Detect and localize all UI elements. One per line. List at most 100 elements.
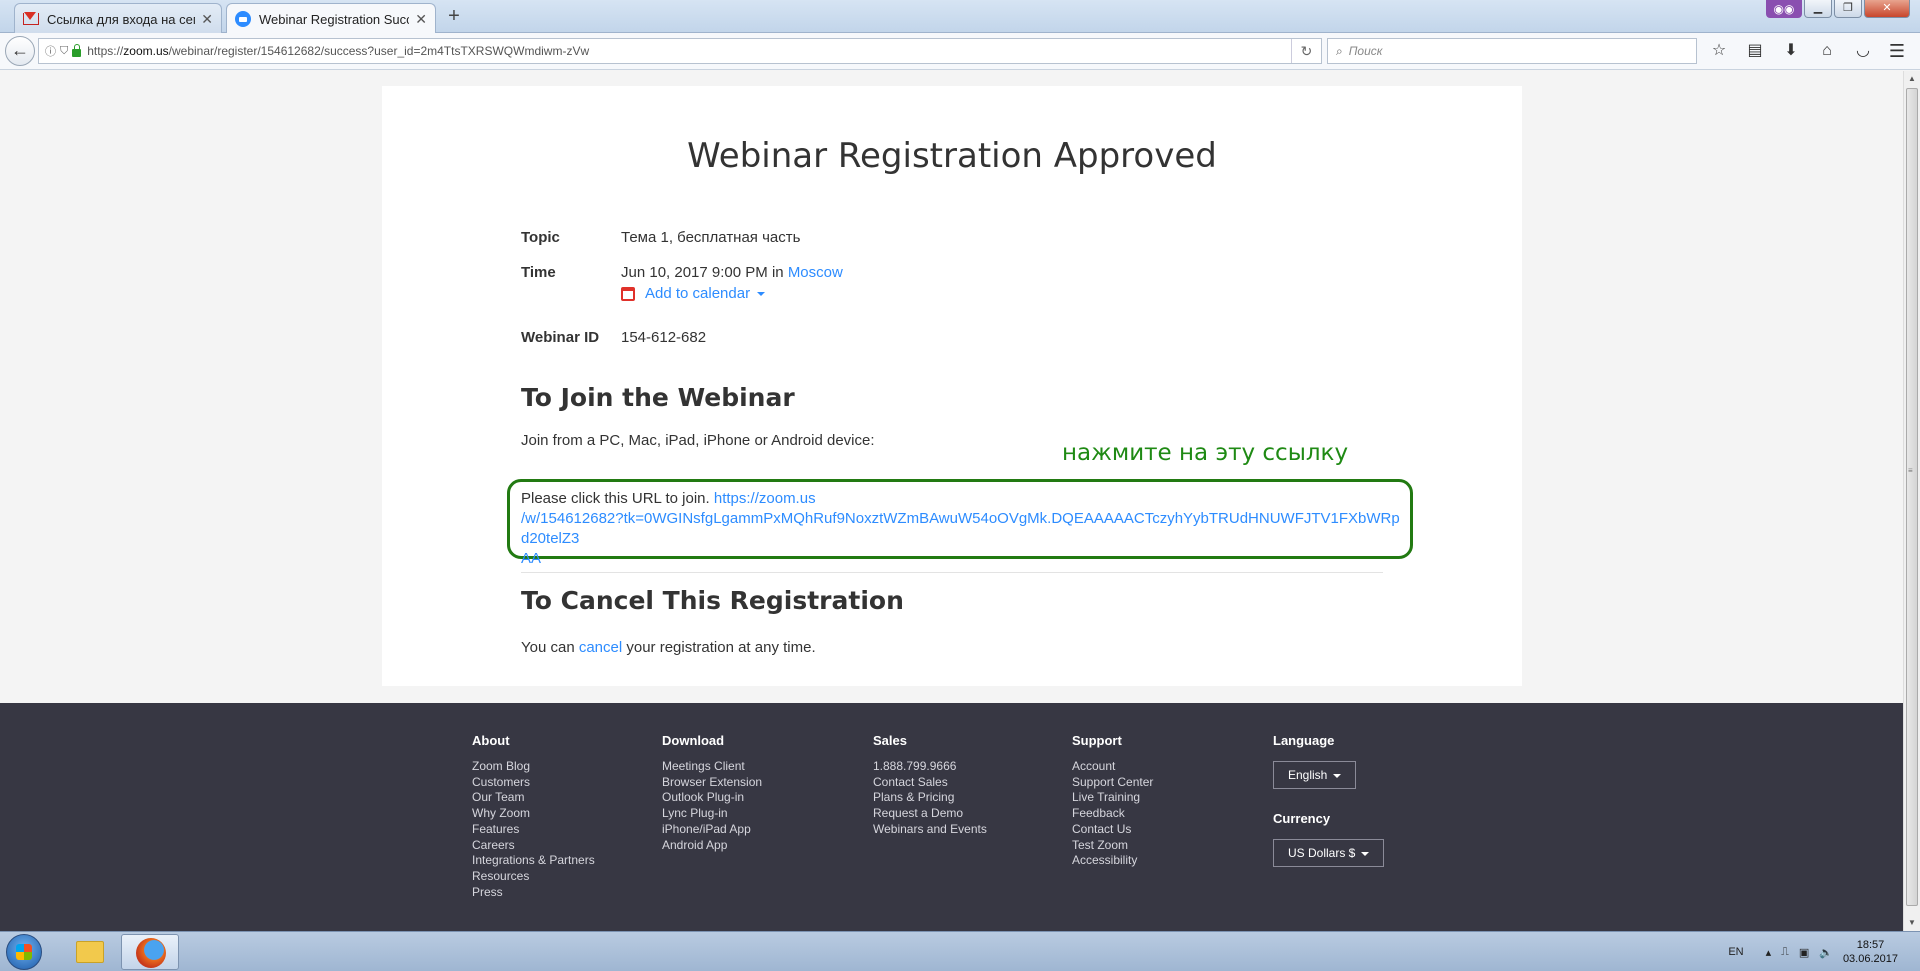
bookmark-star-icon[interactable]: ☆ xyxy=(1706,38,1732,64)
tab-webinar[interactable]: Webinar Registration Succes ✕ xyxy=(226,3,436,34)
footer-link[interactable]: Android App xyxy=(662,838,762,854)
footer-link[interactable]: Support Center xyxy=(1072,775,1153,791)
address-bar[interactable]: ⓘ ⛉ https://zoom.us/webinar/register/154… xyxy=(38,38,1322,64)
currency-select[interactable]: US Dollars $ xyxy=(1273,839,1385,867)
footer-link[interactable]: Meetings Client xyxy=(662,759,762,775)
tab-gmail[interactable]: Ссылка для входа на семин ✕ xyxy=(14,3,222,34)
firefox-taskbar-button[interactable] xyxy=(121,934,179,970)
caret-down-icon xyxy=(757,291,766,296)
taskbar: EN ▴ ⎍ ▣ 🔈 18:57 03.06.2017 xyxy=(0,931,1920,971)
tab-title: Ссылка для входа на семин xyxy=(47,11,195,27)
footer-link[interactable]: Test Zoom xyxy=(1072,838,1153,854)
cancel-heading: To Cancel This Registration xyxy=(521,586,904,615)
reading-list-icon[interactable]: ▤ xyxy=(1742,38,1768,64)
join-url-block: Please click this URL to join. https://z… xyxy=(521,490,1400,567)
page-viewport: Webinar Registration Approved Topic Тема… xyxy=(0,71,1903,931)
restore-button[interactable]: ❐ xyxy=(1834,0,1862,18)
footer-heading: About xyxy=(472,733,510,748)
close-window-button[interactable]: ✕ xyxy=(1864,0,1910,18)
footer-link[interactable]: Contact Sales xyxy=(873,775,987,791)
footer-download: Download Meetings Client Browser Extensi… xyxy=(662,733,762,853)
footer-link[interactable]: Feedback xyxy=(1072,806,1153,822)
footer-link[interactable]: Webinars and Events xyxy=(873,822,987,838)
registration-card: Webinar Registration Approved Topic Тема… xyxy=(382,86,1522,686)
footer-link[interactable]: Zoom Blog xyxy=(472,759,595,775)
reload-icon[interactable]: ↻ xyxy=(1291,39,1321,63)
folder-icon xyxy=(76,941,104,963)
topic-value: Тема 1, бесплатная часть xyxy=(621,229,801,246)
footer-link[interactable]: Our Team xyxy=(472,790,595,806)
menu-icon[interactable]: ☰ xyxy=(1884,38,1910,64)
footer-link[interactable]: Lync Plug-in xyxy=(662,806,762,822)
windows-logo-icon xyxy=(16,944,32,960)
scroll-down-icon[interactable]: ▼ xyxy=(1904,915,1920,931)
annotation-text: нажмите на эту ссылку xyxy=(1062,440,1349,466)
language-indicator[interactable]: EN xyxy=(1728,946,1743,958)
system-tray: EN ▴ ⎍ ▣ 🔈 18:57 03.06.2017 xyxy=(1728,932,1920,971)
footer-link[interactable]: 1.888.799.9666 xyxy=(873,759,987,775)
join-devices-text: Join from a PC, Mac, iPad, iPhone or And… xyxy=(521,432,875,449)
footer-link[interactable]: Plans & Pricing xyxy=(873,790,987,806)
scroll-up-icon[interactable]: ▲ xyxy=(1904,71,1920,87)
footer-link[interactable]: Customers xyxy=(472,775,595,791)
clock[interactable]: 18:57 03.06.2017 xyxy=(1843,938,1898,966)
divider xyxy=(521,572,1383,573)
timezone-link[interactable]: Moscow xyxy=(788,264,843,281)
footer-link[interactable]: Contact Us xyxy=(1072,822,1153,838)
footer: About Zoom Blog Customers Our Team Why Z… xyxy=(0,703,1903,931)
url-text[interactable]: https://zoom.us/webinar/register/1546126… xyxy=(87,44,1291,58)
network-icon[interactable]: ▣ xyxy=(1799,946,1809,959)
footer-link[interactable]: Features xyxy=(472,822,595,838)
time-label: Time xyxy=(521,264,556,281)
shield-icon[interactable]: ⛉ xyxy=(60,45,68,58)
caret-down-icon xyxy=(1333,773,1342,778)
private-browsing-icon: ◉◉ xyxy=(1766,0,1802,18)
cancel-link[interactable]: cancel xyxy=(579,639,622,656)
scroll-thumb[interactable] xyxy=(1906,88,1918,906)
new-tab-button[interactable]: + xyxy=(443,5,465,27)
search-input[interactable]: ⌕ Поиск xyxy=(1327,38,1697,64)
footer-link[interactable]: Outlook Plug-in xyxy=(662,790,762,806)
footer-about: About Zoom Blog Customers Our Team Why Z… xyxy=(472,733,595,900)
cancel-text: You can cancel your registration at any … xyxy=(521,639,816,656)
home-icon[interactable]: ⌂ xyxy=(1814,38,1840,64)
calendar-icon xyxy=(621,286,635,301)
footer-language: Language English Currency US Dollars $ xyxy=(1273,733,1385,867)
minimize-button[interactable]: ▁ xyxy=(1804,0,1832,18)
download-icon[interactable]: ⬇ xyxy=(1778,38,1804,64)
show-hidden-icons-icon[interactable]: ▴ xyxy=(1766,946,1772,959)
footer-link[interactable]: Browser Extension xyxy=(662,775,762,791)
webinar-id-value: 154-612-682 xyxy=(621,329,707,346)
pocket-icon[interactable]: ◡ xyxy=(1850,38,1876,64)
footer-link[interactable]: Why Zoom xyxy=(472,806,595,822)
caret-down-icon xyxy=(1361,851,1370,856)
footer-support: Support Account Support Center Live Trai… xyxy=(1072,733,1153,869)
lock-icon[interactable] xyxy=(72,43,82,57)
add-to-calendar-dropdown[interactable]: Add to calendar xyxy=(621,285,766,302)
footer-heading: Download xyxy=(662,733,725,748)
footer-link[interactable]: Live Training xyxy=(1072,790,1153,806)
footer-link[interactable]: iPhone/iPad App xyxy=(662,822,762,838)
volume-icon[interactable]: 🔈 xyxy=(1819,946,1833,959)
topic-label: Topic xyxy=(521,229,560,246)
explorer-taskbar-button[interactable] xyxy=(60,934,118,970)
footer-link[interactable]: Integrations & Partners xyxy=(472,853,595,869)
start-button[interactable] xyxy=(6,934,42,970)
footer-link[interactable]: Request a Demo xyxy=(873,806,987,822)
info-icon[interactable]: ⓘ xyxy=(45,43,56,59)
usb-icon[interactable]: ⎍ xyxy=(1781,946,1789,959)
footer-link[interactable]: Accessibility xyxy=(1072,853,1153,869)
language-select[interactable]: English xyxy=(1273,761,1357,789)
scroll-grip-icon: ≡ xyxy=(1908,466,1913,475)
footer-link[interactable]: Account xyxy=(1072,759,1153,775)
footer-heading: Language xyxy=(1273,733,1335,748)
time-value: Jun 10, 2017 9:00 PM in Moscow xyxy=(621,264,843,281)
close-tab-icon[interactable]: ✕ xyxy=(201,11,213,28)
window-controls: ▁ ❐ ✕ xyxy=(1804,0,1910,18)
back-button[interactable]: ← xyxy=(5,36,35,66)
footer-link[interactable]: Press xyxy=(472,885,595,901)
footer-link[interactable]: Careers xyxy=(472,838,595,854)
footer-link[interactable]: Resources xyxy=(472,869,595,885)
vertical-scrollbar[interactable]: ▲ ≡ ▼ xyxy=(1903,71,1920,931)
close-tab-icon[interactable]: ✕ xyxy=(415,11,427,28)
